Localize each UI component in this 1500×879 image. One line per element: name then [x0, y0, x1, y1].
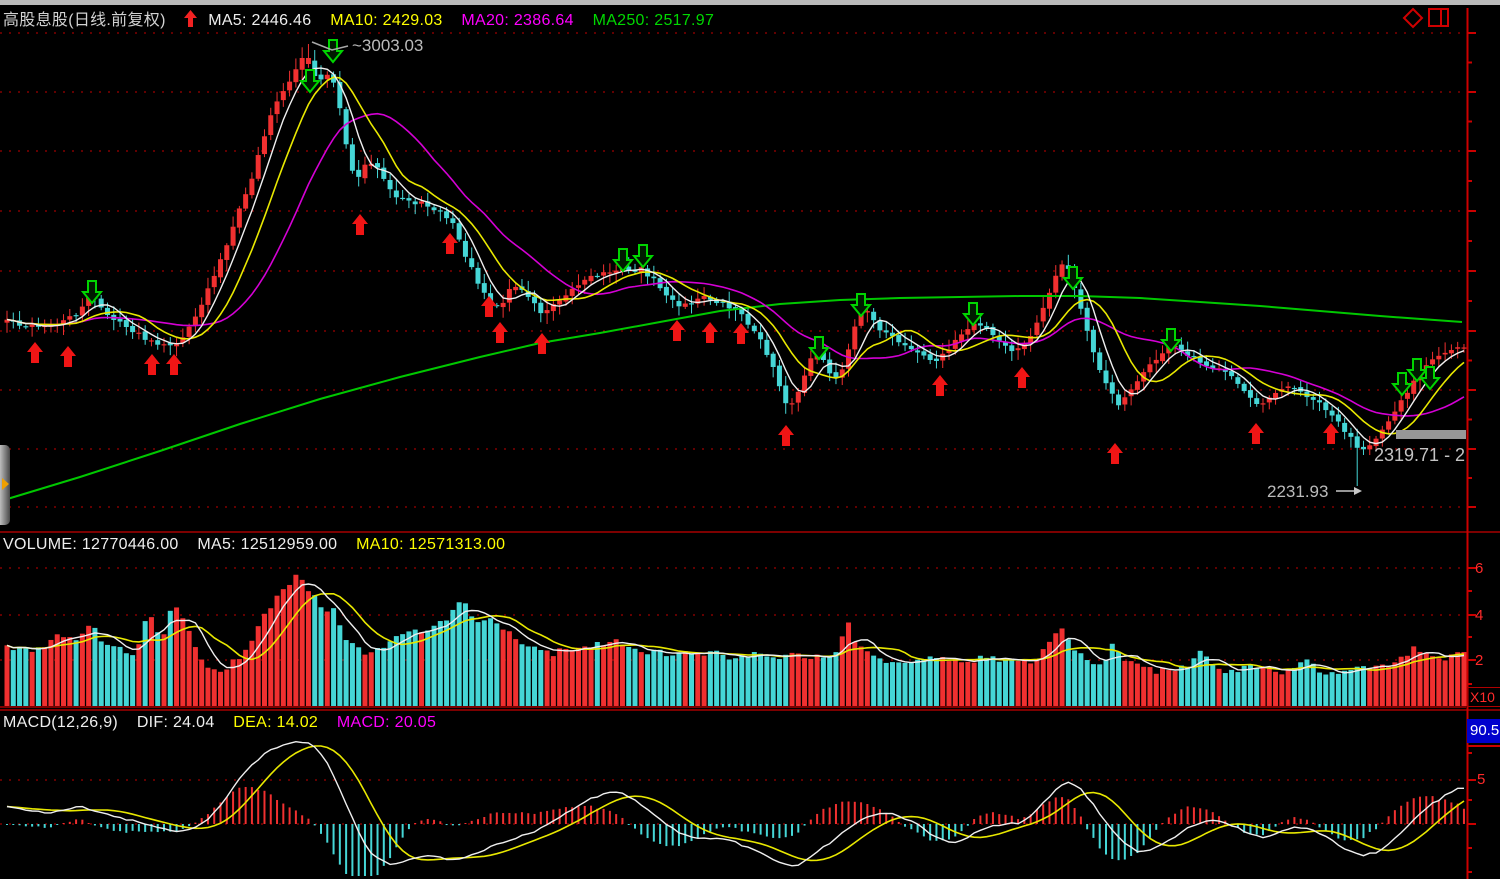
buy-arrow [481, 296, 497, 317]
macd-name: MACD(12,26,9) [3, 714, 118, 731]
buy-arrow [166, 354, 182, 375]
volume-bars-layer [5, 575, 1467, 706]
buy-arrow [778, 425, 794, 446]
dea-readout: DEA: 14.02 [233, 714, 318, 731]
buy-arrow [1323, 423, 1339, 444]
volume-scale-label-4: 4 [1475, 607, 1483, 624]
split-window-icon[interactable] [1428, 8, 1450, 28]
volume-indicator-bar: VOLUME: 12770446.00 MA5: 12512959.00 MA1… [3, 536, 519, 554]
candles-layer [5, 44, 1467, 486]
buy-arrow [144, 354, 160, 375]
range-price-label: 2319.71 - 2 [1374, 445, 1465, 465]
buy-arrow [60, 346, 76, 367]
sell-arrow [964, 303, 982, 325]
up-arrow-icon [184, 10, 197, 27]
diamond-icon[interactable] [1402, 7, 1424, 29]
sell-arrow [83, 281, 101, 303]
ma10-readout: MA10: 2429.03 [330, 12, 442, 29]
buy-arrow [492, 322, 508, 343]
main-indicator-bar: 高股息股(日线.前复权) MA5: 2446.46 MA10: 2429.03 … [3, 6, 728, 30]
macd-scale-label-50: 5 [1477, 771, 1485, 788]
sell-arrow [1393, 373, 1411, 395]
expand-arrow-icon [2, 478, 9, 490]
buy-arrow [442, 233, 458, 254]
panel-collapse-tab[interactable] [0, 445, 10, 525]
volume-ma10-readout: MA10: 12571313.00 [356, 536, 505, 553]
buy-arrow [669, 320, 685, 341]
buy-arrow [733, 323, 749, 344]
ma250-readout: MA250: 2517.97 [593, 12, 715, 29]
buy-arrow [1248, 423, 1264, 444]
dif-readout: DIF: 24.04 [137, 714, 215, 731]
peak-price-label: ~3003.03 [352, 36, 423, 55]
ma-lines-layer [4, 68, 1464, 866]
sell-arrow [634, 245, 652, 267]
sell-arrow [324, 40, 342, 62]
macd-scale-badge: 90.5 [1467, 719, 1500, 743]
volume-ma5-readout: MA5: 12512959.00 [197, 536, 337, 553]
buy-arrow [1014, 367, 1030, 388]
signal-arrows-layer [27, 40, 1439, 464]
chart-title: 高股息股(日线.前复权) [3, 12, 166, 29]
chart-canvas[interactable]: ~3003.03 2231.93 2319.71 - 2 [0, 0, 1500, 879]
right-scale-layer[interactable] [1467, 8, 1500, 879]
macd-indicator-bar: MACD(12,26,9) DIF: 24.04 DEA: 14.02 MACD… [3, 714, 450, 732]
volume-scale-label-2: 2 [1475, 652, 1483, 669]
stock-chart-window: ~3003.03 2231.93 2319.71 - 2 高股息股(日线.前复权) … [0, 0, 1500, 879]
sell-arrow [1162, 329, 1180, 351]
buy-arrow [27, 342, 43, 363]
low-price-label: 2231.93 [1267, 482, 1328, 501]
ma5-readout: MA5: 2446.46 [208, 12, 311, 29]
volume-scale-label-6: 6 [1475, 560, 1483, 577]
macd-readout: MACD: 20.05 [337, 714, 436, 731]
volume-readout: VOLUME: 12770446.00 [3, 536, 179, 553]
buy-arrow [1107, 443, 1123, 464]
buy-arrow [702, 322, 718, 343]
buy-arrow [352, 214, 368, 235]
volume-unit-label: X10 [1467, 687, 1500, 707]
buy-arrow [932, 375, 948, 396]
ma20-readout: MA20: 2386.64 [461, 12, 573, 29]
